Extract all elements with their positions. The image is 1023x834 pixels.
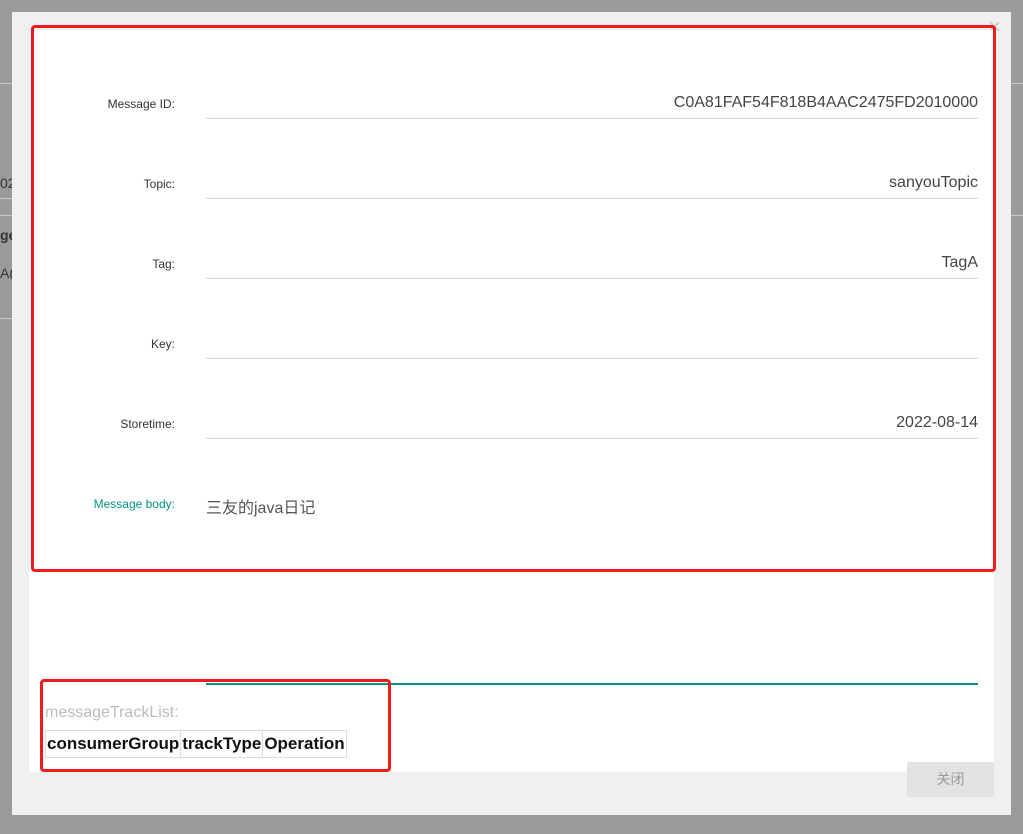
background-divider — [0, 83, 12, 84]
background-text: ge — [0, 227, 12, 243]
highlight-box-fields — [31, 25, 996, 572]
background-divider — [1011, 83, 1023, 84]
background-divider — [1011, 215, 1023, 216]
background-divider — [0, 198, 12, 199]
highlight-box-track-list — [40, 679, 391, 772]
background-divider — [0, 318, 12, 319]
close-button[interactable]: 关闭 — [907, 762, 994, 797]
background-text: A( — [0, 265, 12, 281]
background-divider — [0, 215, 12, 216]
background-text: 02 — [0, 175, 12, 191]
